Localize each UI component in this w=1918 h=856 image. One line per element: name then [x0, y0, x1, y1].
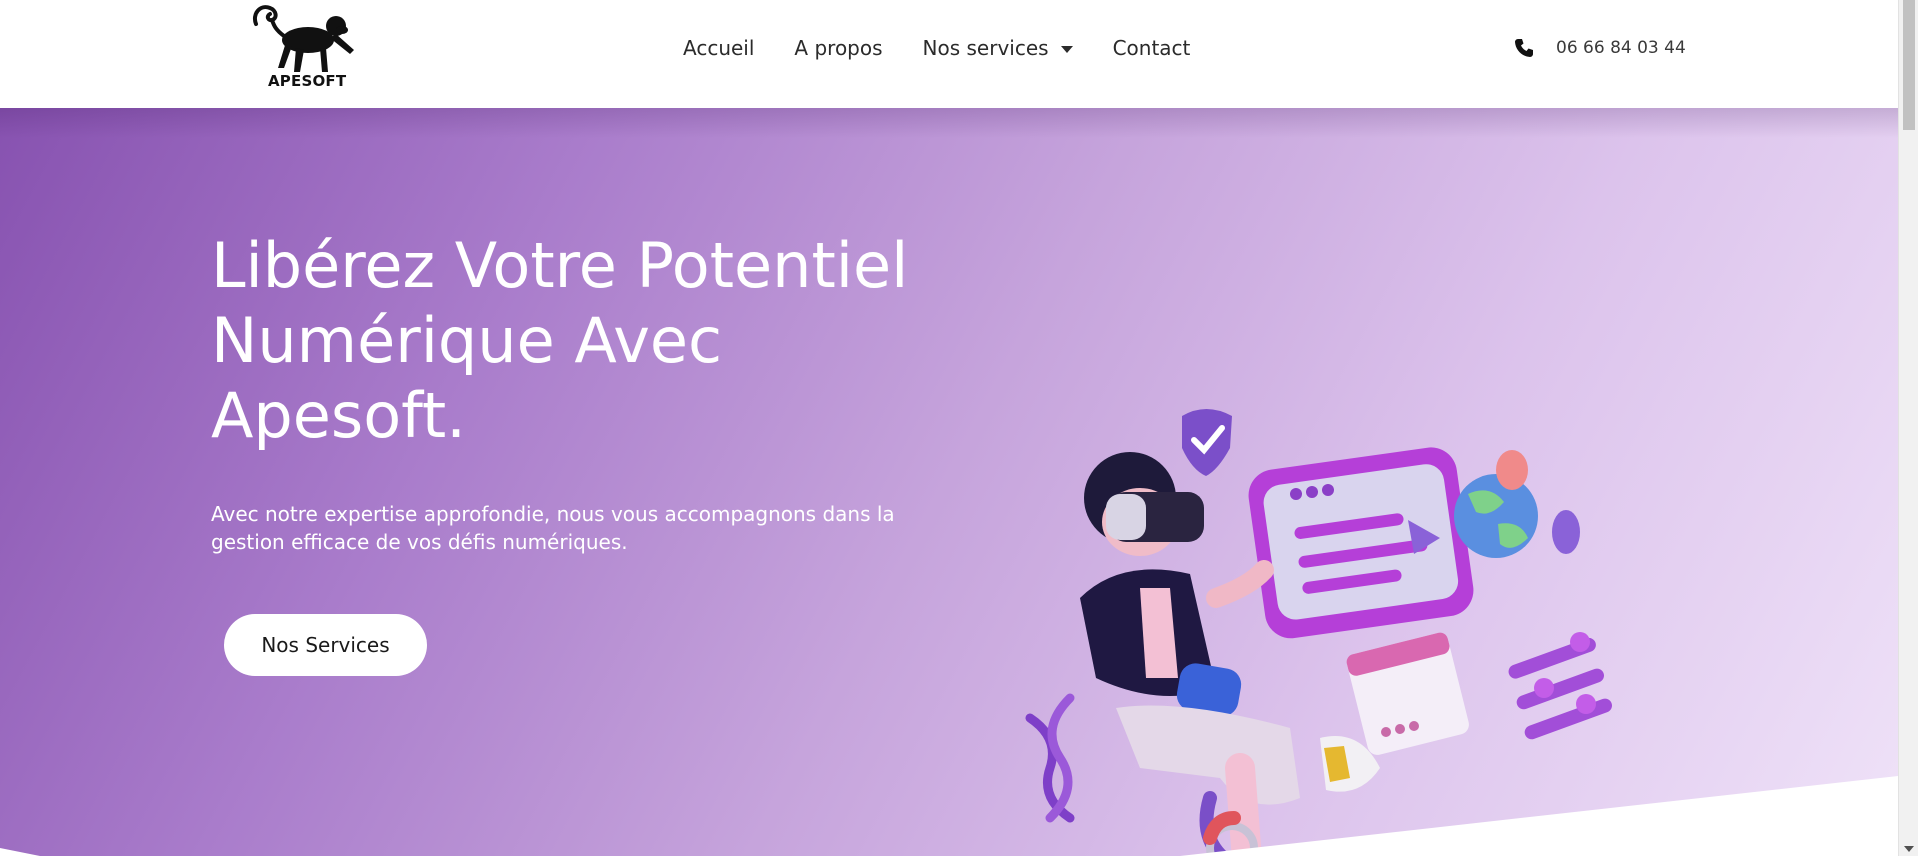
phone-icon [1515, 39, 1533, 57]
hero-section: Libérez Votre Potentiel Numérique Avec A… [0, 108, 1898, 856]
page-scrollbar[interactable] [1898, 0, 1918, 856]
brand-logo[interactable]: APESOFT [246, 2, 364, 90]
scroll-down-arrow-icon[interactable] [1904, 846, 1914, 852]
nav-item-accueil[interactable]: Accueil [683, 36, 754, 60]
hero-bottom-divider [0, 776, 1898, 856]
caret-down-icon [1060, 45, 1073, 53]
page: APESOFT Accueil A propos Nos services Co… [0, 0, 1918, 856]
monkey-logo-icon [253, 5, 354, 72]
nav-item-nos-services[interactable]: Nos services [923, 36, 1073, 60]
nav-item-contact[interactable]: Contact [1113, 36, 1191, 60]
brand-name: APESOFT [268, 72, 347, 90]
phone-number: 06 66 84 03 44 [1556, 38, 1686, 58]
scrollbar-thumb[interactable] [1903, 0, 1915, 130]
phone-link[interactable]: 06 66 84 03 44 [1514, 38, 1686, 58]
nav-item-a-propos[interactable]: A propos [794, 36, 882, 60]
nav-item-nos-services-label: Nos services [922, 36, 1049, 60]
main-nav: Accueil A propos Nos services Contact [683, 36, 1190, 60]
site-header: APESOFT Accueil A propos Nos services Co… [0, 0, 1898, 108]
